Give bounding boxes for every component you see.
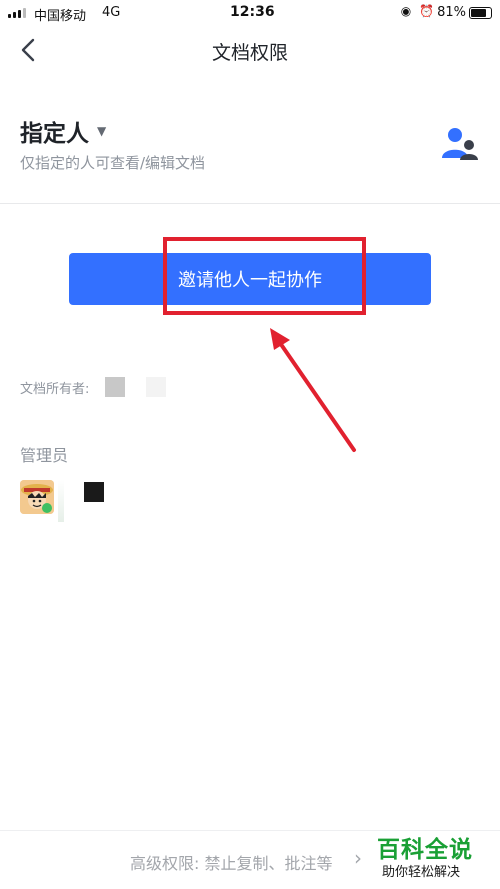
cartoon-avatar-icon bbox=[20, 480, 54, 514]
permission-dropdown[interactable]: 指定人 ▼ bbox=[20, 114, 106, 148]
people-icon-graphic bbox=[442, 128, 478, 160]
admin-avatar[interactable] bbox=[20, 480, 54, 514]
page-title: 文档权限 bbox=[211, 42, 288, 64]
advanced-permissions-link[interactable]: 高级权限: 禁止复制、批注等 bbox=[130, 850, 332, 874]
admin-name-placeholder bbox=[84, 482, 104, 502]
people-icon[interactable] bbox=[440, 126, 480, 162]
battery-percent: 81% bbox=[437, 5, 466, 20]
highlight-annotation-box bbox=[163, 237, 366, 315]
document-permission-screen: 中国移动 4G 12:36 ◉ ⏰ 81% 文档权限 指定人 ▼ 仅指定的人可查… bbox=[0, 0, 500, 889]
nav-bar: 文档权限 bbox=[0, 26, 500, 76]
owner-name-placeholder bbox=[146, 377, 166, 397]
carrier-name: 中国移动 bbox=[34, 9, 87, 24]
section-divider bbox=[0, 203, 500, 204]
permission-description: 仅指定的人可查看/编辑文档 bbox=[20, 154, 206, 172]
admin-label: 管理员 bbox=[20, 446, 69, 465]
signal-icon bbox=[8, 8, 26, 18]
chevron-right-icon[interactable]: › bbox=[354, 846, 362, 870]
battery-fill bbox=[471, 9, 486, 17]
status-bar: 中国移动 4G 12:36 ◉ ⏰ 81% bbox=[0, 0, 500, 26]
owner-label: 文档所有者: bbox=[20, 382, 90, 397]
annotation-arrow-icon bbox=[270, 328, 356, 452]
watermark-subtitle: 助你轻松解决 bbox=[382, 865, 461, 880]
status-time: 12:36 bbox=[230, 4, 275, 20]
permission-title: 指定人 bbox=[20, 121, 89, 147]
network-type: 4G bbox=[102, 5, 121, 20]
watermark-title: 百科全说 bbox=[377, 837, 473, 863]
battery-icon bbox=[469, 7, 492, 19]
lock-alarm-icons: ◉ ⏰ bbox=[400, 4, 436, 18]
avatar-divider bbox=[58, 480, 64, 522]
owner-avatar-placeholder bbox=[105, 377, 125, 397]
caret-down-icon: ▼ bbox=[97, 124, 107, 138]
